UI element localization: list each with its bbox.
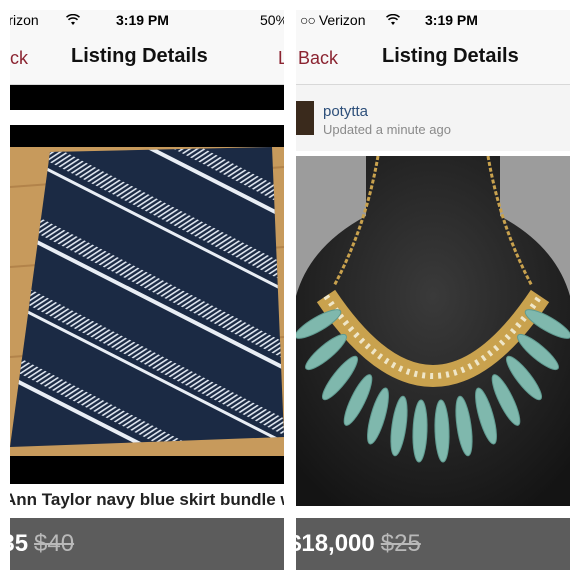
status-time: 3:19 PM xyxy=(116,12,169,28)
listing-title: Ann Taylor navy blue skirt bundle with xyxy=(10,490,284,509)
photo-frame-top xyxy=(10,125,284,147)
listing-photo-skirt[interactable] xyxy=(10,147,284,467)
price-label: $18,000 $25 xyxy=(296,530,421,558)
seller-username[interactable]: potytta xyxy=(323,103,368,120)
banner-black-band xyxy=(10,85,284,110)
carrier-label: Verizon xyxy=(10,12,39,28)
current-price: $18,000 xyxy=(296,530,375,557)
carrier-label: ○○ Verizon xyxy=(300,12,366,28)
photo-frame-bottom xyxy=(10,456,284,484)
battery-level: 50% xyxy=(260,12,284,28)
left-listing-screenshot: Verizon 3:19 PM 50% Back Listing Details… xyxy=(10,10,284,570)
original-price: $40 xyxy=(34,530,75,557)
nav-right-button[interactable]: L xyxy=(278,48,284,69)
right-listing-screenshot: ○○ Verizon 3:19 PM Back Listing Details … xyxy=(296,10,570,570)
updated-timestamp: Updated a minute ago xyxy=(323,122,451,137)
original-price: $25 xyxy=(380,530,421,557)
price-bar: $35 $40 xyxy=(10,518,284,570)
wifi-icon xyxy=(65,13,81,29)
status-time: 3:19 PM xyxy=(425,12,478,28)
price-bar: $18,000 $25 xyxy=(296,518,570,570)
avatar[interactable] xyxy=(296,101,314,135)
signal-dots-icon: ○○ xyxy=(300,12,316,28)
wifi-icon xyxy=(385,13,401,29)
separator xyxy=(10,110,284,125)
back-button[interactable]: Back xyxy=(298,48,338,69)
seller-row[interactable]: potytta Updated a minute ago xyxy=(296,85,570,151)
status-bar: ○○ Verizon 3:19 PM xyxy=(296,10,570,30)
back-button[interactable]: Back xyxy=(10,48,28,69)
current-price: $35 xyxy=(10,530,29,557)
page-title: Listing Details xyxy=(382,45,519,67)
listing-photo-necklace[interactable] xyxy=(296,156,570,506)
nav-bar: Back Listing Details xyxy=(296,30,570,85)
price-label: $35 $40 xyxy=(10,530,74,558)
nav-bar: Back Listing Details L xyxy=(10,30,284,85)
page-title: Listing Details xyxy=(71,45,208,67)
status-bar: Verizon 3:19 PM 50% xyxy=(10,10,284,30)
